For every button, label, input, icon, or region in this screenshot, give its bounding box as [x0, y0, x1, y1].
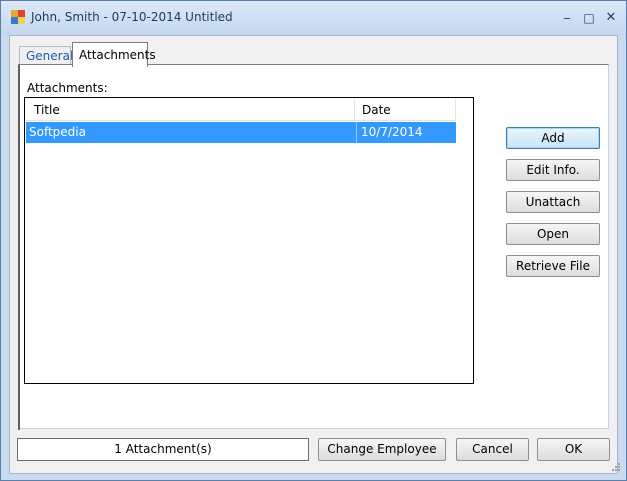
ok-button[interactable]: OK — [537, 438, 610, 461]
maximize-icon[interactable]: □ — [579, 9, 599, 27]
minimize-icon[interactable]: ‒ — [557, 9, 577, 27]
list-row[interactable]: Softpedia 10/7/2014 — [26, 122, 456, 143]
client-area: General Attachments Attachments: Title D… — [9, 35, 620, 474]
change-employee-button[interactable]: Change Employee — [318, 438, 446, 461]
tab-attachments[interactable]: Attachments — [72, 42, 156, 67]
open-button[interactable]: Open — [506, 223, 600, 245]
retrieve-file-button[interactable]: Retrieve File — [506, 255, 600, 277]
attachment-count-status: 1 Attachment(s) — [17, 438, 309, 461]
add-button[interactable]: Add — [506, 127, 600, 149]
app-icon[interactable] — [11, 10, 25, 24]
attachments-panel: Attachments: Title Date Softpedia 10/7/2… — [18, 64, 609, 430]
panel-edge — [18, 65, 20, 430]
row-title: Softpedia — [29, 125, 86, 139]
edit-info-button[interactable]: Edit Info. — [506, 159, 600, 181]
row-date: 10/7/2014 — [356, 122, 456, 143]
cancel-button[interactable]: Cancel — [456, 438, 529, 461]
attachments-list[interactable]: Title Date Softpedia 10/7/2014 — [24, 97, 474, 384]
title-bar[interactable]: John, Smith - 07-10-2014 Untitled ‒ □ ✕ — [1, 1, 626, 35]
app-window: John, Smith - 07-10-2014 Untitled ‒ □ ✕ … — [0, 0, 627, 481]
close-icon[interactable]: ✕ — [601, 9, 621, 27]
unattach-button[interactable]: Unattach — [506, 191, 600, 213]
list-header: Title Date — [26, 99, 456, 121]
attachments-label: Attachments: — [27, 81, 108, 95]
column-header-date[interactable]: Date — [355, 99, 456, 121]
window-title: John, Smith - 07-10-2014 Untitled — [31, 10, 233, 24]
resize-grip-icon[interactable] — [612, 463, 620, 471]
column-header-title[interactable]: Title — [26, 99, 355, 121]
tab-general[interactable]: General — [19, 46, 73, 66]
